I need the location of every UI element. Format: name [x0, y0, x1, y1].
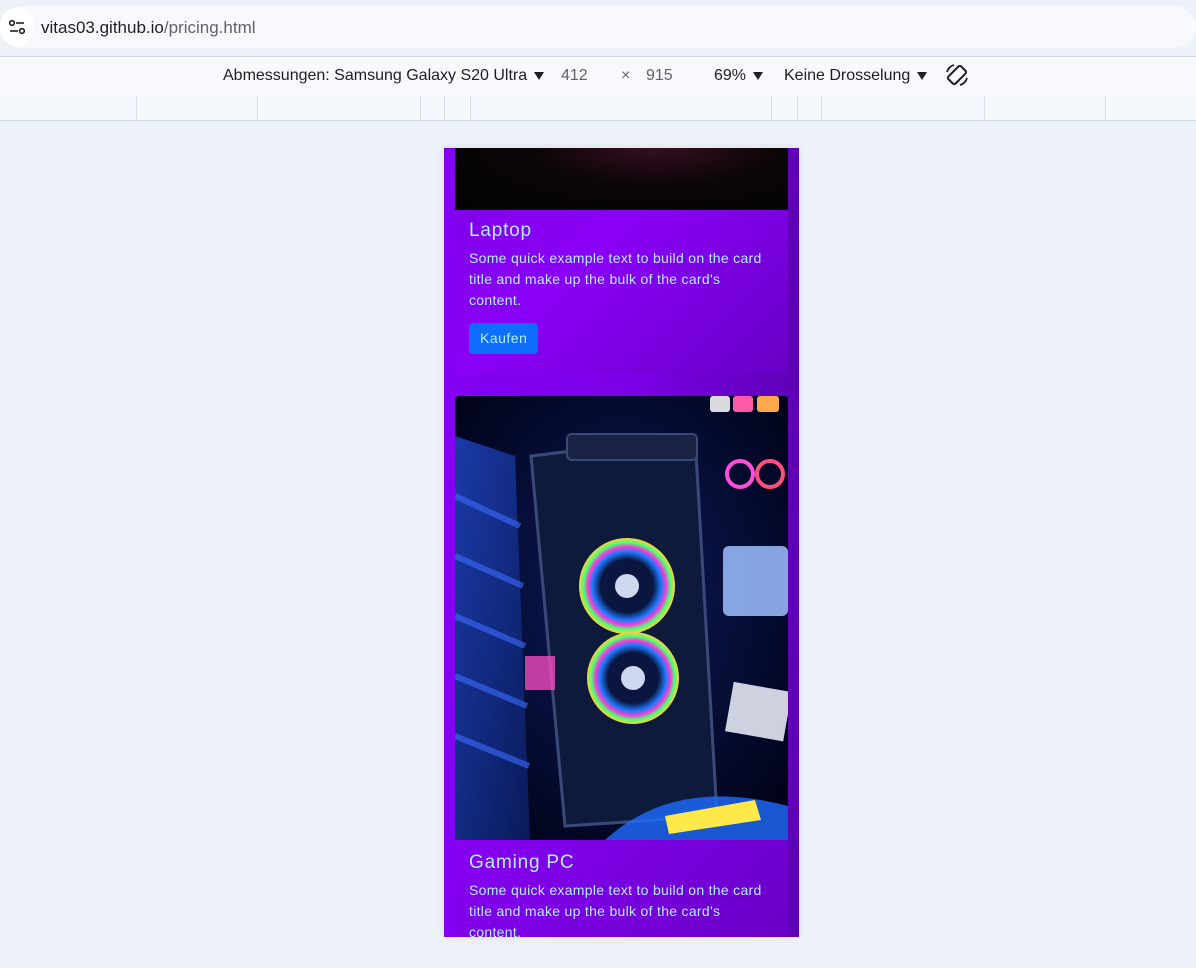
chevron-down-icon — [534, 72, 545, 80]
mq-divider — [1105, 95, 1106, 120]
product-card-laptop: Laptop Some quick example text to build … — [455, 148, 788, 374]
device-dimensions-dropdown[interactable]: Abmessungen: Samsung Galaxy S20 Ultra — [223, 67, 545, 85]
mq-divider — [984, 95, 985, 120]
device-dimensions-label: Abmessungen: Samsung Galaxy S20 Ultra — [223, 67, 528, 84]
throttling-dropdown[interactable]: Keine Drosselung — [784, 67, 928, 85]
card-body: Gaming PC Some quick example text to bui… — [469, 852, 774, 937]
gaming-pc-image — [455, 396, 788, 840]
throttling-label: Keine Drosselung — [784, 67, 911, 84]
zoom-dropdown[interactable]: 69% — [714, 67, 764, 85]
url-path: /pricing.html — [163, 18, 256, 37]
mq-divider — [444, 95, 445, 120]
card-title: Laptop — [469, 220, 532, 241]
chevron-down-icon — [917, 72, 928, 80]
laptop-image — [455, 148, 788, 210]
address-bar-area: vitas03.github.io/pricing.html — [0, 0, 1196, 56]
card-body: Laptop Some quick example text to build … — [469, 220, 774, 354]
chevron-down-icon — [753, 72, 764, 80]
mq-divider — [797, 95, 798, 120]
card-text: Some quick example text to build on the … — [469, 250, 762, 308]
media-query-bar[interactable] — [0, 95, 1196, 121]
mq-divider — [470, 95, 471, 120]
mq-divider — [771, 95, 772, 120]
buy-button[interactable]: Kaufen — [469, 323, 539, 354]
viewport-height-input[interactable]: 915 — [646, 67, 673, 85]
url-text[interactable]: vitas03.github.io/pricing.html — [41, 18, 256, 38]
device-toolbar: Abmessungen: Samsung Galaxy S20 Ultra 41… — [0, 56, 1196, 96]
card-title: Gaming PC — [469, 852, 575, 873]
zoom-label: 69% — [714, 67, 747, 84]
site-info-icon[interactable] — [0, 8, 34, 46]
rotate-icon[interactable] — [944, 62, 970, 93]
mq-divider — [257, 95, 258, 120]
viewport-width-input[interactable]: 412 — [561, 67, 588, 85]
mq-divider — [136, 95, 137, 120]
card-text: Some quick example text to build on the … — [469, 882, 762, 937]
device-viewport[interactable]: Laptop Some quick example text to build … — [444, 148, 799, 937]
mq-divider — [821, 95, 822, 120]
mq-divider — [420, 95, 421, 120]
dimension-separator: × — [621, 67, 631, 84]
url-host: vitas03.github.io — [41, 18, 164, 37]
product-card-gaming-pc: Gaming PC Some quick example text to bui… — [455, 396, 788, 937]
